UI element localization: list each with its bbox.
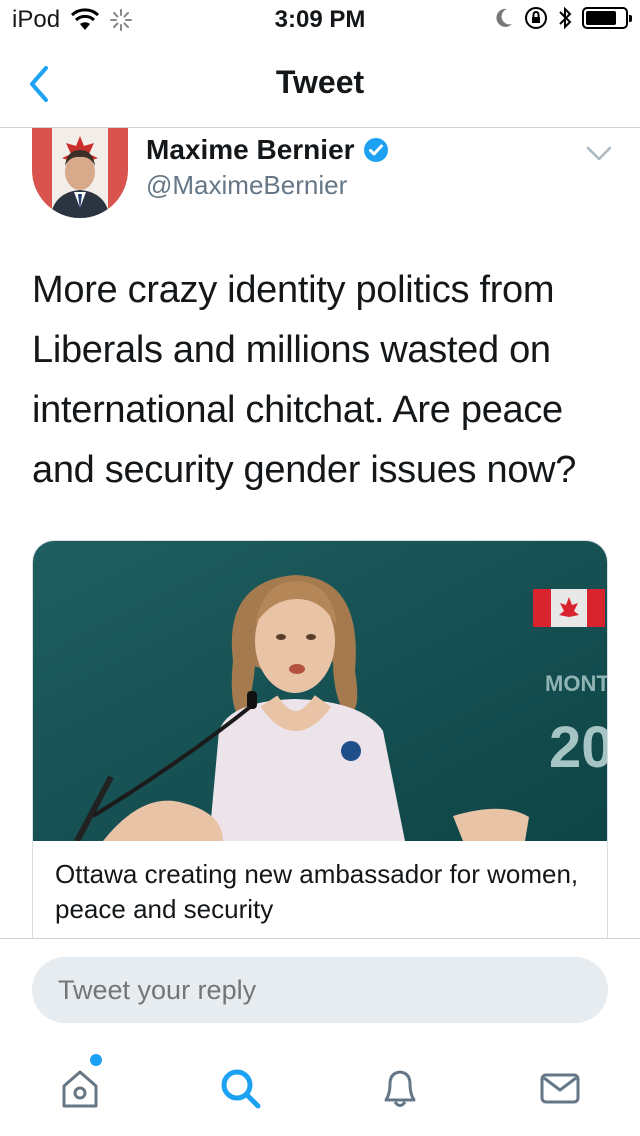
author-name-text[interactable]: Maxime Bernier [146, 134, 355, 166]
tab-home[interactable] [52, 1054, 108, 1116]
backdrop-text-city: MONT [545, 671, 608, 696]
bell-icon[interactable] [376, 1064, 424, 1112]
mail-icon[interactable] [536, 1064, 584, 1112]
chevron-down-icon[interactable] [586, 146, 612, 162]
tab-notifications[interactable] [372, 1060, 428, 1116]
status-bar: iPod 3:09 PM [0, 0, 640, 40]
battery-icon [582, 7, 632, 29]
home-notification-dot [90, 1054, 102, 1066]
reply-bar [0, 938, 640, 1038]
bluetooth-icon [559, 6, 572, 30]
avatar[interactable] [32, 128, 128, 218]
author-name[interactable]: Maxime Bernier [146, 134, 389, 166]
tab-bar [0, 1038, 640, 1136]
tab-search[interactable] [212, 1060, 268, 1116]
rotation-lock-icon [525, 7, 547, 29]
card-title[interactable]: Ottawa creating new ambassador for women… [55, 857, 585, 927]
moon-icon [496, 8, 512, 27]
card-image[interactable]: MONT 20 [33, 541, 608, 841]
home-icon[interactable] [56, 1064, 104, 1112]
navigation-bar: Tweet [0, 40, 640, 128]
reply-input[interactable] [32, 957, 608, 1023]
page-title: Tweet [275, 64, 365, 100]
tweet-text: More crazy identity politics from Libera… [32, 269, 577, 491]
search-icon[interactable] [216, 1064, 264, 1112]
verified-badge-icon [363, 138, 388, 162]
link-card[interactable]: MONT 20 Ottawa creating new ambassador f… [32, 540, 608, 960]
tab-messages[interactable] [532, 1060, 588, 1116]
backdrop-text-year: 20 [549, 715, 608, 780]
author-handle[interactable]: @MaximeBernier [146, 170, 347, 201]
